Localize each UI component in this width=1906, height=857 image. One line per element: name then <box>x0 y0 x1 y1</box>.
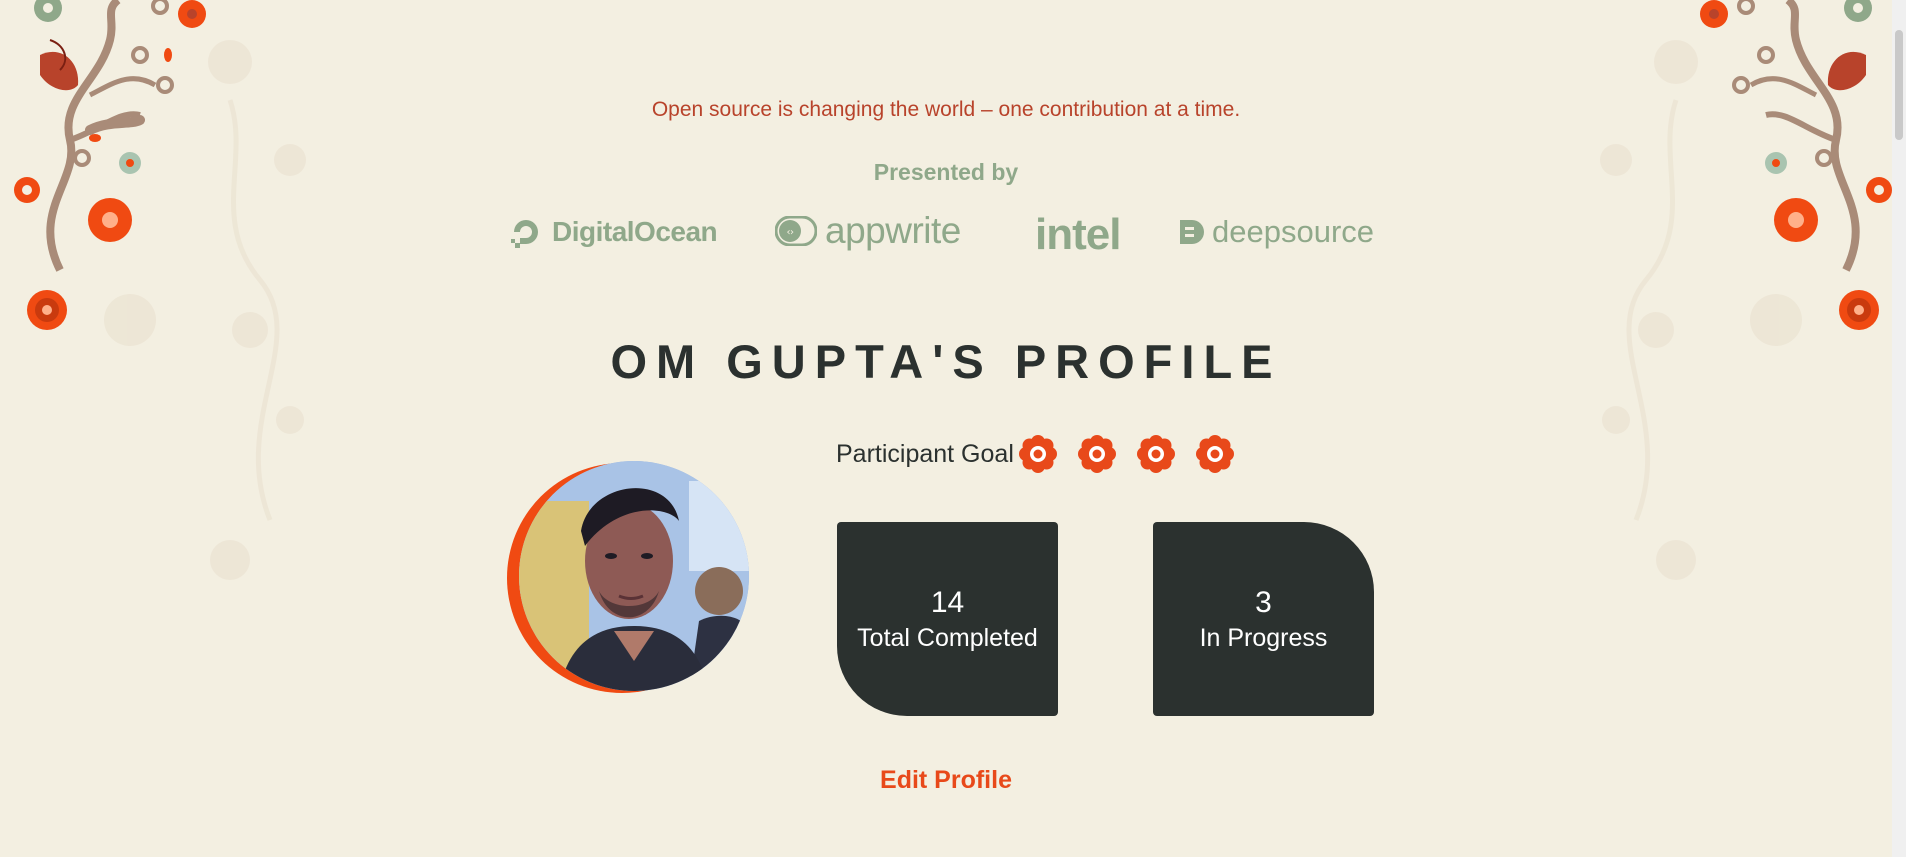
sponsor-logos: DigitalOcean ‹› appwrite intel deepsourc… <box>0 210 1892 260</box>
deepsource-logo[interactable]: deepsource <box>1178 214 1374 250</box>
participant-goal-label: Participant Goal <box>836 439 1014 468</box>
intel-label: intel <box>1035 210 1121 259</box>
stat-value: 3 <box>1255 586 1272 619</box>
floral-decoration-right <box>1600 0 1892 580</box>
user-photo-icon <box>519 461 749 691</box>
floral-decoration-left <box>14 0 306 580</box>
appwrite-label: appwrite <box>825 210 961 251</box>
goal-flower-icon <box>1195 435 1234 473</box>
scrollbar-thumb[interactable] <box>1895 30 1903 140</box>
presented-by-heading: Presented by <box>873 159 1019 185</box>
goal-flowers <box>1018 434 1254 474</box>
stat-label: In Progress <box>1199 624 1328 652</box>
digitalocean-label: DigitalOcean <box>552 216 718 247</box>
goal-flower-icon <box>1136 435 1175 473</box>
appwrite-icon: ‹› <box>775 216 817 246</box>
digitalocean-logo[interactable]: DigitalOcean <box>508 214 718 250</box>
profile-avatar <box>507 461 749 699</box>
tagline: Open source is changing the world – one … <box>651 98 1241 121</box>
stat-card-total-completed: 14 Total Completed <box>837 522 1058 716</box>
svg-text:‹›: ‹› <box>787 227 794 238</box>
deepsource-icon <box>1180 220 1204 244</box>
goal-flower-icon <box>1077 435 1116 473</box>
intel-logo[interactable]: intel <box>1035 210 1121 260</box>
deepsource-label: deepsource <box>1212 214 1375 249</box>
stat-value: 14 <box>930 586 965 619</box>
avatar-photo <box>519 461 749 691</box>
participant-goal: Participant Goal <box>836 434 1254 474</box>
appwrite-logo[interactable]: ‹› appwrite <box>775 210 961 252</box>
stat-card-in-progress: 3 In Progress <box>1153 522 1374 716</box>
goal-flower-icon <box>1018 435 1057 473</box>
digitalocean-icon <box>511 220 538 248</box>
profile-title: OM GUPTA'S PROFILE <box>610 335 1282 388</box>
edit-profile-link[interactable]: Edit Profile <box>0 766 1892 795</box>
page-scrollbar[interactable] <box>1892 0 1906 857</box>
stat-label: Total Completed <box>857 624 1038 652</box>
